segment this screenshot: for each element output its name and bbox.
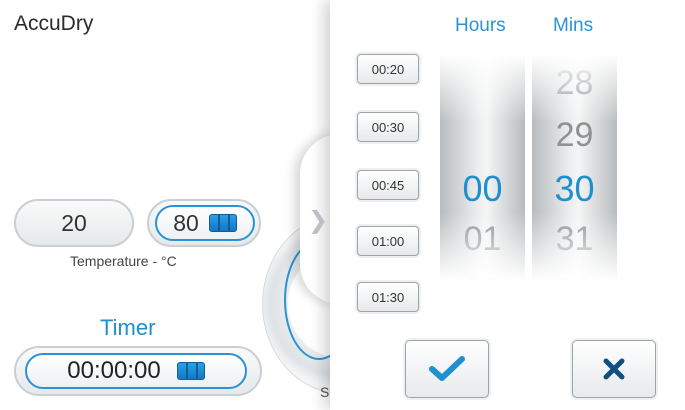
timer-field[interactable]: 00:00:00 (14, 346, 262, 396)
preset-button-0020[interactable]: 00:20 (357, 54, 419, 84)
mins-header: Mins (553, 15, 594, 36)
current-temperature-value: 20 (61, 209, 87, 236)
hours-value-selected[interactable]: 00 (440, 168, 525, 210)
hours-header: Hours (455, 15, 506, 36)
temperature-label: Temperature - °C (70, 253, 177, 269)
keypad-icon[interactable] (176, 362, 205, 380)
mins-value-selected[interactable]: 30 (532, 168, 617, 210)
timer-input[interactable]: 00:00:00 (25, 353, 247, 389)
setpoint-temperature-field[interactable]: 80 (147, 199, 261, 247)
hours-scroll-wheel[interactable]: 00 01 02 (440, 54, 525, 281)
preset-button-0030[interactable]: 00:30 (357, 112, 419, 142)
preset-button-0045[interactable]: 00:45 (357, 170, 419, 200)
confirm-button[interactable] (405, 340, 489, 398)
timer-value: 00:00:00 (67, 357, 161, 384)
current-temperature-display: 20 (14, 199, 134, 247)
app-title: AccuDry (14, 12, 94, 35)
cancel-button[interactable] (572, 340, 656, 398)
dial-label-partial: S (320, 384, 330, 400)
mins-value[interactable]: 31 (532, 220, 617, 259)
hours-value[interactable]: 02 (440, 272, 525, 281)
check-icon (429, 356, 465, 381)
setpoint-temperature-input[interactable]: 80 (155, 205, 255, 241)
preset-button-0100[interactable]: 01:00 (357, 226, 419, 256)
mins-value[interactable]: 32 (532, 272, 617, 281)
setpoint-temperature-value: 80 (173, 209, 199, 236)
hours-value[interactable]: 01 (440, 220, 525, 259)
mins-value[interactable]: 28 (532, 64, 617, 103)
preset-button-0130[interactable]: 01:30 (357, 282, 419, 312)
chevron-right-icon[interactable]: ❯ (308, 206, 328, 234)
keypad-icon[interactable] (208, 214, 237, 232)
timer-label: Timer (100, 315, 156, 340)
mins-scroll-wheel[interactable]: 28 29 30 31 32 (532, 54, 617, 281)
mins-value[interactable]: 29 (532, 116, 617, 155)
close-icon (603, 358, 625, 380)
